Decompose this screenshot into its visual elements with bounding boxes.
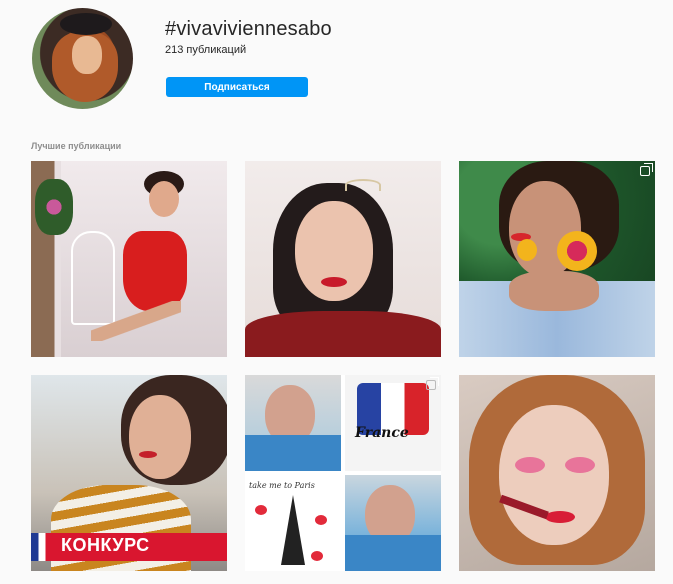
collage-france-text: France — [355, 425, 409, 441]
post-6-eye-makeup — [515, 457, 545, 473]
post-tile-5[interactable]: France take me to Paris — [245, 375, 441, 571]
post-count: 213 публикаций — [165, 44, 247, 56]
eiffel-tower-icon — [281, 495, 305, 565]
collage-paris-drawing: take me to Paris — [245, 475, 341, 571]
post-3-earring — [557, 231, 597, 271]
post-3-shoulders — [509, 271, 599, 311]
post-4-lips — [139, 451, 157, 458]
collage-1-body — [245, 435, 341, 471]
collage-photo-1 — [245, 375, 341, 471]
post-6-face — [499, 405, 609, 545]
post-2-tiara — [345, 179, 381, 191]
post-1-flowers — [35, 179, 73, 235]
france-flag-icon — [31, 533, 53, 561]
post-1-head — [149, 181, 179, 217]
heart-icon — [311, 551, 323, 561]
post-tile-4[interactable]: КОНКУРС — [31, 375, 227, 571]
heart-icon — [315, 515, 327, 525]
post-4-face — [129, 395, 191, 479]
avatar-hat — [60, 13, 112, 35]
carousel-icon — [426, 377, 439, 390]
post-1-dress — [123, 231, 187, 311]
collage-paris-text: take me to Paris — [249, 481, 315, 490]
post-3-earring-left — [517, 239, 537, 261]
contest-banner-text: КОНКУРС — [61, 535, 150, 555]
heart-icon — [255, 505, 267, 515]
hashtag-title: #vivaviviennesabo — [165, 18, 332, 40]
hashtag-avatar — [32, 8, 133, 109]
subscribe-button[interactable]: Подписаться — [166, 77, 308, 97]
post-tile-3[interactable] — [459, 161, 655, 357]
carousel-icon — [640, 163, 653, 176]
post-1-legs — [91, 301, 181, 341]
post-6-eye-makeup — [565, 457, 595, 473]
post-2-lips — [321, 277, 347, 287]
top-posts-label: Лучшие публикации — [31, 141, 122, 151]
avatar-face — [72, 36, 102, 74]
post-tile-2[interactable] — [245, 161, 441, 357]
post-tile-1[interactable] — [31, 161, 227, 357]
post-6-lips — [545, 511, 575, 523]
post-2-top — [245, 311, 441, 357]
collage-2-body — [345, 535, 441, 571]
posts-grid: КОНКУРС France take me to Paris — [31, 161, 655, 571]
post-tile-6[interactable] — [459, 375, 655, 571]
collage-photo-2 — [345, 475, 441, 571]
